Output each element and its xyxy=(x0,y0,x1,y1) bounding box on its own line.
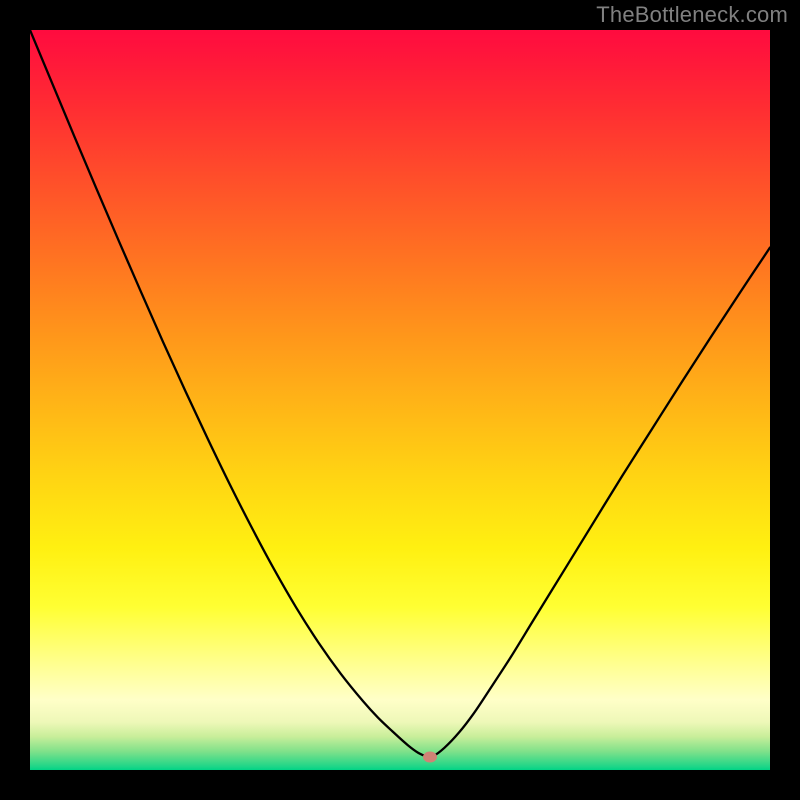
optimal-point-marker xyxy=(423,752,437,763)
attribution-text: TheBottleneck.com xyxy=(596,2,788,28)
chart-background xyxy=(30,30,770,770)
bottleneck-chart xyxy=(30,30,770,770)
chart-frame: TheBottleneck.com xyxy=(0,0,800,800)
